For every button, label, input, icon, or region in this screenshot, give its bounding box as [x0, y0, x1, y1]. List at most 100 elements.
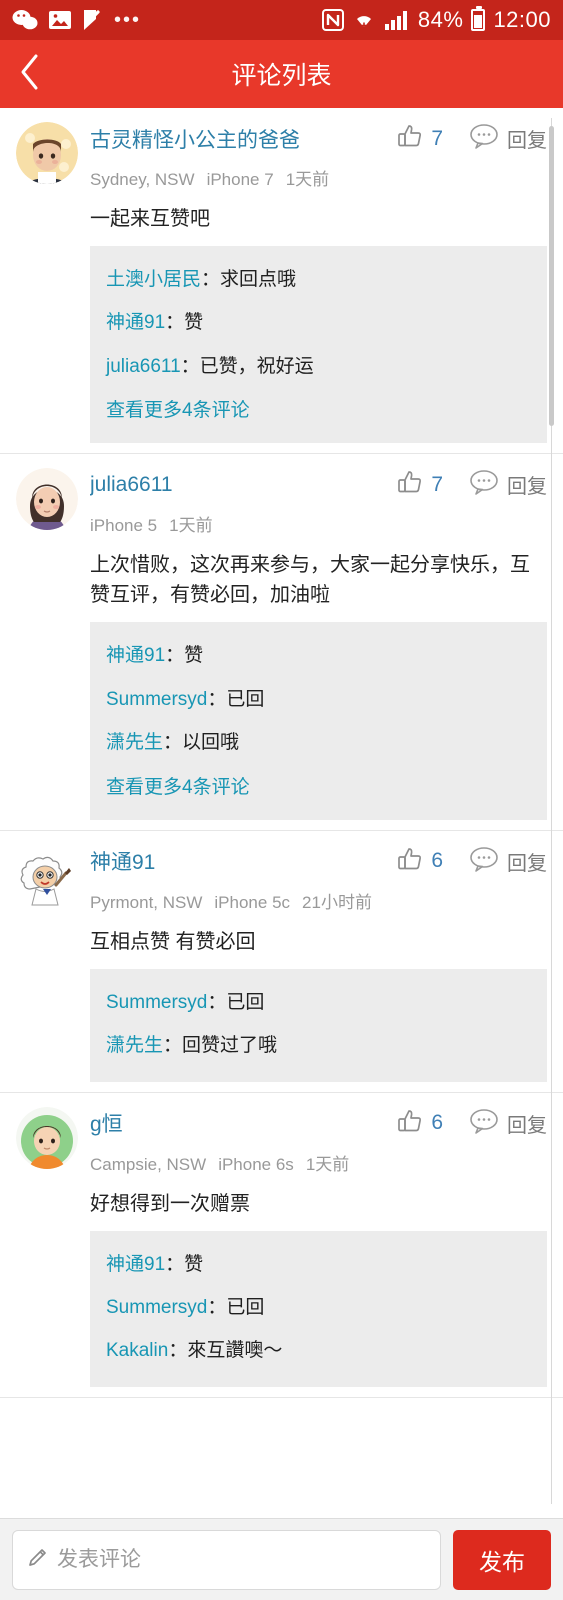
comment-username[interactable]: g恒	[90, 1108, 396, 1138]
comment-input[interactable]	[57, 1547, 426, 1572]
clock-label: 12:00	[493, 7, 551, 32]
reply-separator: ：	[165, 1253, 185, 1275]
comment-text: 互相点赞 有赞必回	[90, 930, 256, 953]
reply-item[interactable]: 土澳小居民：求回点哦	[106, 258, 531, 301]
comment-location: Pyrmont, NSW	[90, 892, 203, 912]
like-button[interactable]: 6	[396, 845, 443, 878]
reply-item[interactable]: 神通91：赞	[106, 1243, 531, 1286]
comment-meta-row: julia6611 7 回复	[90, 468, 547, 501]
avatar[interactable]	[16, 844, 78, 907]
comment-text: 一起来互赞吧	[90, 208, 210, 230]
thumbs-up-icon	[396, 468, 424, 501]
reply-item[interactable]: 神通91：赞	[106, 634, 531, 677]
like-button[interactable]: 7	[396, 468, 443, 501]
like-button[interactable]: 7	[396, 122, 443, 155]
reply-username[interactable]: Summersyd	[106, 1297, 207, 1318]
reply-item[interactable]: 潇先生：回赞过了哦	[106, 1024, 531, 1067]
reply-text: 求回点哦	[220, 269, 297, 290]
reply-item[interactable]: Summersyd：已回	[106, 981, 531, 1024]
reply-list: 神通91：赞 Summersyd：已回 潇先生：以回哦 查看更多4条评论	[90, 622, 547, 820]
reply-item[interactable]: Summersyd：已回	[106, 678, 531, 721]
avatar[interactable]	[16, 1106, 78, 1169]
chevron-left-icon	[18, 52, 42, 97]
comment-source-meta: Campsie, NSW iPhone 6s 1天前	[90, 1150, 547, 1175]
comment-time: 1天前	[169, 516, 213, 536]
comment-header-body: 古灵精怪小公主的爸爸 7 回复 Sydney, NSW iPhone 7 1天前	[78, 122, 547, 190]
reply-item[interactable]: Kakalin：來互讚噢～	[106, 1329, 531, 1372]
comment-item[interactable]: g恒 6 回复 Campsie, NSW iPhone 6s 1天前 好想得到一次赠票神通9…	[0, 1092, 563, 1398]
back-button[interactable]	[0, 40, 60, 108]
status-bar-left: •••	[12, 9, 141, 31]
reply-item[interactable]: Summersyd：已回	[106, 1286, 531, 1329]
comment-device: iPhone 7	[206, 170, 274, 189]
reply-username[interactable]: 神通91	[106, 312, 165, 333]
reply-text: 赞	[184, 645, 204, 667]
view-more-replies-link[interactable]: 查看更多4条评论	[106, 388, 531, 429]
replies-wrapper: 神通91：赞 Summersyd：已回 潇先生：以回哦 查看更多4条评论	[16, 622, 547, 820]
reply-button[interactable]: 回复	[469, 123, 547, 154]
reply-separator: ：	[207, 1296, 227, 1318]
wechat-icon	[12, 9, 38, 31]
reply-separator: ：	[168, 1340, 188, 1362]
reply-item[interactable]: 潇先生：以回哦	[106, 721, 531, 764]
reply-button[interactable]: 回复	[469, 469, 547, 500]
comment-bubble-icon	[469, 846, 499, 877]
reply-username[interactable]: Summersyd	[106, 689, 207, 710]
reply-text: 已赞，祝好运	[199, 355, 314, 377]
reply-username[interactable]: 神通91	[106, 645, 165, 666]
reply-item[interactable]: julia6611：已赞，祝好运	[106, 345, 531, 388]
comment-input-wrapper[interactable]	[12, 1529, 441, 1590]
comment-time: 1天前	[305, 1154, 350, 1174]
comment-source-meta: Pyrmont, NSW iPhone 5c 21小时前	[90, 888, 547, 913]
reply-username[interactable]: 潇先生	[106, 732, 163, 753]
comment-text: 好想得到一次赠票	[90, 1192, 250, 1215]
comment-meta-row: 古灵精怪小公主的爸爸 7 回复	[90, 122, 547, 155]
scrollbar-thumb[interactable]	[549, 126, 554, 426]
reply-text: 回赞过了哦	[182, 1035, 278, 1057]
comment-username[interactable]: 神通91	[90, 846, 396, 876]
comment-item[interactable]: 古灵精怪小公主的爸爸 7 回复 Sydney, NSW iPhone 7 1天前 一起来互赞…	[0, 108, 563, 455]
comment-item[interactable]: julia6611 7 回复 iPhone 5 1天前 上次惜败，这次再来参与，大家一起分…	[0, 454, 563, 831]
comment-header-body: 神通91 6 回复 Pyrmont, NSW iPhone 5c 21小时前	[78, 845, 547, 913]
reply-username[interactable]: julia6611	[106, 356, 181, 377]
reply-username[interactable]: Summersyd	[106, 992, 207, 1013]
comment-device: iPhone 5	[90, 516, 158, 536]
comment-item[interactable]: 神通91 6 回复 Pyrmont, NSW iPhone 5c 21小时前 互相点赞 有赞…	[0, 830, 563, 1093]
reply-username[interactable]: Kakalin	[106, 1340, 168, 1361]
comment-username[interactable]: 古灵精怪小公主的爸爸	[90, 124, 396, 154]
comment-header: julia6611 7 回复 iPhone 5 1天前	[16, 468, 547, 536]
checkmark-flag-icon	[82, 9, 104, 31]
nfc-icon	[321, 9, 344, 31]
reply-username[interactable]: 神通91	[106, 1254, 165, 1275]
avatar[interactable]	[16, 122, 78, 184]
reply-list: Summersyd：已回 潇先生：回赞过了哦	[90, 968, 547, 1082]
like-count: 6	[431, 1111, 443, 1134]
comment-username[interactable]: julia6611	[90, 473, 396, 497]
comment-location: Campsie, NSW	[90, 1154, 207, 1174]
reply-text: 以回哦	[182, 732, 240, 754]
comment-source-meta: Sydney, NSW iPhone 7 1天前	[90, 165, 547, 190]
reply-button-label: 回复	[507, 130, 547, 152]
reply-item[interactable]: 神通91：赞	[106, 301, 531, 344]
battery-icon	[471, 6, 486, 31]
comment-bubble-icon	[469, 123, 499, 154]
like-count: 6	[431, 849, 443, 873]
reply-separator: ：	[180, 355, 200, 377]
avatar[interactable]	[16, 468, 78, 531]
thumbs-up-icon	[396, 845, 424, 878]
like-button[interactable]: 6	[396, 1107, 443, 1140]
wifi-icon	[352, 9, 376, 31]
reply-text: 已回	[226, 688, 265, 710]
reply-button[interactable]: 回复	[469, 846, 547, 877]
reply-username[interactable]: 潇先生	[106, 1035, 163, 1056]
comment-location: Sydney, NSW	[90, 170, 195, 189]
view-more-replies-link[interactable]: 查看更多4条评论	[106, 765, 531, 806]
reply-button[interactable]: 回复	[469, 1108, 547, 1139]
reply-text: 已回	[226, 1296, 265, 1318]
comment-list[interactable]: 古灵精怪小公主的爸爸 7 回复 Sydney, NSW iPhone 7 1天前 一起来互赞…	[0, 108, 563, 1518]
reply-separator: ：	[207, 991, 227, 1013]
reply-username[interactable]: 土澳小居民	[106, 269, 201, 290]
post-button[interactable]: 发布	[453, 1529, 551, 1590]
comment-meta-row: 神通91 6 回复	[90, 845, 547, 878]
replies-wrapper: Summersyd：已回 潇先生：回赞过了哦	[16, 968, 547, 1082]
